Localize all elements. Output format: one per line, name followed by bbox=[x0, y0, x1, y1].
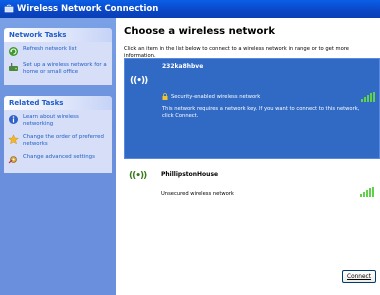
refresh-icon bbox=[9, 47, 18, 56]
network-list-item[interactable]: ((•)) PhillipstonHouse Unsecured wireles… bbox=[124, 159, 378, 201]
network-tasks-panel: Network Tasks Refresh network list Set u… bbox=[4, 28, 112, 85]
change-preferred-networks-order-label: Change the order of preferred networks bbox=[23, 134, 104, 147]
setup-wireless-network-link[interactable]: Set up a wireless network for a home or … bbox=[4, 62, 112, 76]
network-ssid: 232ka8hbve bbox=[162, 63, 204, 70]
info-icon bbox=[9, 115, 18, 124]
setup-wireless-icon bbox=[9, 63, 18, 71]
settings-icon bbox=[8, 156, 17, 164]
wireless-signal-waves-icon: ((•)) bbox=[129, 171, 147, 181]
learn-wireless-networking-label: Learn about wireless networking bbox=[23, 114, 79, 127]
network-tasks-title: Network Tasks bbox=[4, 28, 112, 42]
page-title: Choose a wireless network bbox=[124, 26, 275, 37]
network-ssid: PhillipstonHouse bbox=[161, 171, 219, 178]
refresh-network-list-link[interactable]: Refresh network list bbox=[4, 46, 112, 56]
network-description: This network requires a network key. If … bbox=[162, 106, 360, 119]
star-icon bbox=[8, 134, 19, 145]
learn-wireless-networking-link[interactable]: Learn about wireless networking bbox=[4, 114, 112, 128]
title-bar: Wireless Network Connection bbox=[0, 0, 380, 18]
window-title: Wireless Network Connection bbox=[17, 4, 159, 14]
change-preferred-networks-order-link[interactable]: Change the order of preferred networks bbox=[4, 134, 112, 148]
change-advanced-settings-link[interactable]: Change advanced settings bbox=[4, 154, 112, 164]
network-security-status: Security-enabled wireless network bbox=[171, 94, 261, 100]
related-tasks-title: Related Tasks bbox=[4, 96, 112, 110]
signal-strength-icon bbox=[361, 92, 375, 102]
change-advanced-settings-label: Change advanced settings bbox=[23, 154, 95, 160]
network-list-item-selected[interactable]: ((•)) 232ka8hbve Security-enabled wirele… bbox=[124, 58, 380, 159]
wireless-network-icon bbox=[4, 4, 14, 13]
network-security-status: Unsecured wireless network bbox=[161, 191, 234, 197]
refresh-network-list-label: Refresh network list bbox=[23, 46, 77, 52]
related-tasks-panel: Related Tasks Learn about wireless netwo… bbox=[4, 96, 112, 173]
setup-wireless-network-label: Set up a wireless network for a home or … bbox=[23, 62, 107, 75]
main-content: Choose a wireless network Click an item … bbox=[116, 18, 380, 295]
connect-button[interactable]: Connect bbox=[342, 270, 376, 283]
signal-strength-icon bbox=[360, 187, 374, 197]
sidebar: Network Tasks Refresh network list Set u… bbox=[0, 18, 116, 295]
wireless-signal-waves-icon: ((•)) bbox=[130, 76, 148, 86]
